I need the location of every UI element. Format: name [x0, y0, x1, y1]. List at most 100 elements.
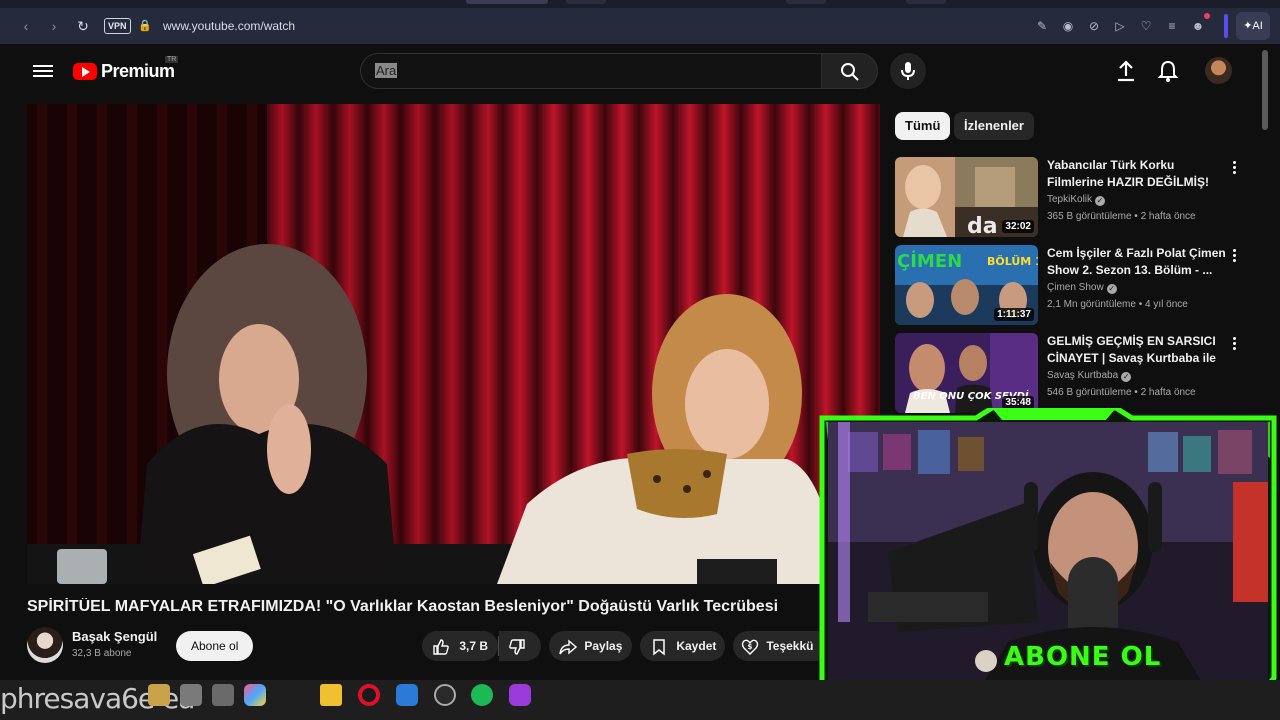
- channel-name[interactable]: Başak Şengül: [72, 629, 157, 644]
- file-explorer-icon[interactable]: [320, 684, 342, 706]
- upload-icon[interactable]: [1113, 58, 1139, 84]
- browser-tab-strip: [0, 0, 1280, 8]
- recommendation-item[interactable]: da 32:02 Yabancılar Türk Korku Filmlerin…: [895, 157, 1255, 237]
- menu-list-icon[interactable]: ≡: [1164, 18, 1180, 34]
- video-thumbnail[interactable]: da 32:02: [895, 157, 1038, 237]
- ai-button[interactable]: ✦AI: [1236, 12, 1270, 40]
- country-code: TR: [165, 56, 179, 63]
- browser-tab[interactable]: [566, 0, 606, 4]
- browser-tab[interactable]: [906, 0, 946, 4]
- thumb-episode: BÖLÜM 13: [987, 254, 1038, 268]
- forward-icon[interactable]: ›: [46, 18, 62, 34]
- video-thumbnail[interactable]: ÇİMEN BÖLÜM 13 1:11:37: [895, 245, 1038, 325]
- video-frame: [27, 104, 880, 584]
- save-button[interactable]: Kaydet: [640, 631, 725, 661]
- camera-icon[interactable]: ◉: [1060, 18, 1076, 34]
- chip-watched[interactable]: İzlenenler: [954, 112, 1034, 140]
- dislike-button[interactable]: [499, 631, 541, 661]
- youtube-logo[interactable]: Premium: [73, 60, 175, 82]
- thanks-label: Teşekkü: [766, 639, 814, 653]
- sidebar-toggle[interactable]: [1224, 14, 1228, 38]
- recommendation-item[interactable]: BEN ONU ÇOK SEVDİ 35:48 GELMİŞ GEÇMİŞ EN…: [895, 333, 1255, 413]
- app-icon[interactable]: [180, 684, 202, 706]
- steam-icon[interactable]: [434, 684, 456, 706]
- video-title-link[interactable]: GELMİŞ GEÇMİŞ EN SARSICI CİNAYET | Savaş…: [1047, 333, 1227, 367]
- opera-icon[interactable]: [358, 684, 380, 706]
- share-icon: [559, 639, 578, 655]
- user-avatar[interactable]: [1205, 57, 1232, 84]
- video-title-link[interactable]: Yabancılar Türk Korku Filmlerine HAZIR D…: [1047, 157, 1227, 191]
- channel-label: Savaş Kurtbaba: [1047, 370, 1119, 381]
- app-icon[interactable]: [212, 684, 234, 706]
- more-options-icon[interactable]: [1229, 335, 1239, 351]
- channel-label: Çimen Show: [1047, 282, 1104, 293]
- channel-avatar[interactable]: [27, 627, 63, 663]
- svg-text:da: da: [967, 214, 998, 237]
- like-count: 3,7 B: [459, 639, 489, 653]
- brand-label: Premium: [101, 60, 175, 81]
- video-duration: 1:11:37: [994, 308, 1034, 321]
- channel-label: TepkiKolik: [1047, 194, 1093, 205]
- thumbs-down-icon: [509, 639, 525, 655]
- save-label: Kaydet: [676, 639, 717, 653]
- subscribe-button[interactable]: Abone ol: [176, 631, 254, 661]
- upload-age: 2 hafta önce: [1140, 211, 1196, 222]
- channel-name[interactable]: TepkiKolik ✓: [1047, 194, 1106, 206]
- chip-all[interactable]: Tümü: [895, 112, 951, 140]
- video-title: SPİRİTÜEL MAFYALAR ETRAFIMIZDA! "O Varlı…: [27, 598, 779, 615]
- mail-icon[interactable]: [396, 684, 418, 706]
- like-button[interactable]: 3,7 B: [422, 631, 498, 661]
- reload-icon[interactable]: ↻: [75, 18, 91, 34]
- spotify-icon[interactable]: [471, 684, 493, 706]
- browser-tab[interactable]: [786, 0, 826, 4]
- page-scrollbar[interactable]: [1262, 50, 1268, 130]
- channel-name[interactable]: Savaş Kurtbaba ✓: [1047, 370, 1132, 382]
- video-meta: 365 B görüntüleme • 2 hafta önce: [1047, 211, 1196, 222]
- browser-tab[interactable]: [466, 0, 548, 4]
- video-title-link[interactable]: Cem İşçiler & Fazlı Polat Çimen Show 2. …: [1047, 245, 1227, 279]
- view-count: 2,1 Mn görüntüleme: [1047, 299, 1136, 310]
- share-button[interactable]: Paylaş: [549, 631, 632, 661]
- copilot-icon[interactable]: [244, 684, 266, 706]
- camera-app-icon[interactable]: [509, 684, 531, 706]
- edit-icon[interactable]: ✎: [1034, 18, 1050, 34]
- recommendation-item[interactable]: ÇİMEN BÖLÜM 13 1:11:37 Cem İşçiler & Faz…: [895, 245, 1255, 325]
- more-options-icon[interactable]: [1229, 159, 1239, 175]
- upload-age: 4 yıl önce: [1145, 299, 1188, 310]
- svg-text:$: $: [748, 643, 753, 651]
- more-options-icon[interactable]: [1229, 247, 1239, 263]
- vpn-badge[interactable]: VPN: [104, 18, 131, 34]
- search-button[interactable]: [822, 53, 878, 89]
- video-player[interactable]: [27, 104, 880, 584]
- verified-icon: ✓: [1121, 372, 1132, 382]
- view-count: 546 B görüntüleme: [1047, 387, 1132, 398]
- profile-icon[interactable]: ☻: [1190, 18, 1206, 34]
- bookmark-icon: [653, 639, 665, 656]
- verified-icon: ✓: [1095, 196, 1106, 206]
- thumb-banner: ÇİMEN: [897, 250, 962, 272]
- skull-icon: [975, 650, 997, 672]
- block-icon[interactable]: ⊘: [1086, 18, 1102, 34]
- subscriber-count: 32,3 B abone: [72, 648, 132, 659]
- menu-icon[interactable]: [33, 62, 53, 80]
- video-thumbnail[interactable]: BEN ONU ÇOK SEVDİ 35:48: [895, 333, 1038, 413]
- youtube-play-icon: [73, 62, 97, 80]
- address-bar: ‹ › ↻ VPN 🔒 www.youtube.com/watch ✎ ◉ ⊘ …: [0, 8, 1280, 44]
- subscribe-cta-overlay: ABONE OL: [1004, 642, 1162, 672]
- heart-icon[interactable]: ♡: [1138, 18, 1154, 34]
- url-field[interactable]: www.youtube.com/watch: [163, 18, 295, 34]
- play-icon[interactable]: ▷: [1112, 18, 1128, 34]
- channel-name[interactable]: Çimen Show ✓: [1047, 282, 1117, 294]
- search-input[interactable]: Ara: [360, 53, 822, 89]
- folder-icon[interactable]: [148, 684, 170, 706]
- ai-label: AI: [1252, 20, 1263, 32]
- back-icon[interactable]: ‹: [18, 18, 34, 34]
- voice-search-button[interactable]: [890, 53, 926, 89]
- video-meta: 2,1 Mn görüntüleme • 4 yıl önce: [1047, 299, 1188, 310]
- upload-age: 2 hafta önce: [1140, 387, 1196, 398]
- lock-icon[interactable]: 🔒: [138, 18, 152, 34]
- search-placeholder: Ara: [375, 63, 398, 78]
- notifications-icon[interactable]: [1155, 58, 1181, 84]
- mic-icon: [901, 62, 915, 80]
- search-icon: [841, 63, 859, 81]
